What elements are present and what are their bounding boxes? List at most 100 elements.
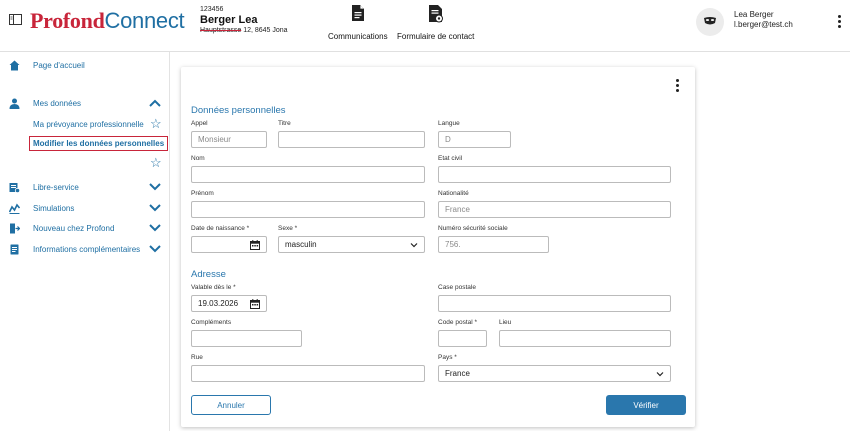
chevron-down-icon[interactable] bbox=[148, 182, 162, 192]
nom-field[interactable] bbox=[191, 166, 425, 183]
titre-field[interactable] bbox=[278, 131, 425, 148]
policy-info: 123456 Berger Lea Hauptstrasse 12, 8645 … bbox=[200, 6, 288, 35]
simulations-icon bbox=[9, 203, 20, 214]
chevron-up-icon[interactable] bbox=[148, 98, 162, 108]
policy-number: 123456 bbox=[200, 6, 224, 13]
user-name: Lea Berger bbox=[734, 10, 774, 19]
section-title-address: Adresse bbox=[191, 269, 226, 280]
nav-contact-form[interactable]: Formulaire de contact bbox=[397, 4, 474, 41]
titre-label: Titre bbox=[278, 120, 291, 127]
address-street: Hauptstrasse bbox=[200, 26, 242, 34]
avs-label: Numéro sécurité sociale bbox=[438, 225, 508, 232]
complements-label: Compléments bbox=[191, 319, 232, 326]
sexe-label: Sexe * bbox=[278, 225, 298, 232]
sidebar-item-label: Page d'accueil bbox=[33, 61, 85, 70]
prenom-field[interactable] bbox=[191, 201, 425, 218]
user-mask-icon bbox=[703, 16, 717, 28]
valid-from-value: 19.03.2026 bbox=[198, 299, 239, 308]
chevron-down-icon[interactable] bbox=[148, 223, 162, 233]
nom-label: Nom bbox=[191, 155, 205, 162]
nav-contact-form-label: Formulaire de contact bbox=[397, 32, 475, 41]
etat-civil-select[interactable] bbox=[438, 166, 671, 183]
sidebar-item-additional-info[interactable]: Informations complémentaires bbox=[9, 244, 140, 255]
langue-select[interactable]: D bbox=[438, 131, 511, 148]
cancel-button[interactable]: Annuler bbox=[191, 395, 271, 415]
sidebar-toggle-icon[interactable] bbox=[9, 14, 22, 25]
profond-connect-logo[interactable]: ProfondConnect bbox=[30, 8, 185, 34]
document-icon bbox=[351, 4, 365, 26]
self-service-icon bbox=[9, 182, 20, 193]
pays-value: France bbox=[445, 369, 470, 378]
star-icon[interactable]: ☆ bbox=[150, 156, 162, 169]
sidebar-item-label: Simulations bbox=[33, 204, 75, 213]
avatar[interactable] bbox=[696, 8, 724, 36]
logo-part-profond: Profond bbox=[30, 8, 105, 33]
user-email: l.berger@test.ch bbox=[734, 20, 793, 29]
star-icon[interactable]: ☆ bbox=[150, 117, 162, 130]
nationalite-label: Nationalité bbox=[438, 190, 469, 197]
sidebar-item-new-at-profond[interactable]: Nouveau chez Profond bbox=[9, 223, 114, 234]
sidebar-item-label: Informations complémentaires bbox=[33, 245, 141, 254]
appel-select[interactable]: Monsieur bbox=[191, 131, 267, 148]
header-more-icon[interactable] bbox=[838, 15, 841, 30]
langue-value: D bbox=[445, 135, 451, 144]
user-info[interactable]: Lea Berger l.berger@test.ch bbox=[734, 10, 793, 30]
pays-label: Pays * bbox=[438, 354, 457, 361]
insured-address: Hauptstrasse 12, 8645 Jona bbox=[200, 27, 288, 35]
complements-field[interactable] bbox=[191, 330, 302, 347]
chevron-down-icon[interactable] bbox=[148, 244, 162, 254]
logo-part-connect: Connect bbox=[104, 8, 185, 33]
chevron-down-icon bbox=[410, 241, 418, 249]
case-postale-label: Case postale bbox=[438, 284, 476, 291]
valid-from-field[interactable]: 19.03.2026 bbox=[191, 295, 267, 312]
chevron-down-icon[interactable] bbox=[148, 203, 162, 213]
dob-label: Date de naissance * bbox=[191, 225, 250, 232]
sidebar-item-label: Libre-service bbox=[33, 183, 79, 192]
sidebar-item-home[interactable]: Page d'accueil bbox=[9, 60, 85, 71]
code-postal-label: Code postal * bbox=[438, 319, 478, 326]
lieu-label: Lieu bbox=[499, 319, 512, 326]
sexe-select[interactable]: masculin bbox=[278, 236, 425, 253]
enter-door-icon bbox=[9, 223, 20, 234]
sidebar-item-edit-personal-data[interactable]: Modifier les données personnelles bbox=[29, 136, 169, 151]
person-icon bbox=[9, 98, 20, 109]
lieu-field[interactable] bbox=[499, 330, 671, 347]
dob-field[interactable] bbox=[191, 236, 267, 253]
prenom-label: Prénom bbox=[191, 190, 214, 197]
contact-form-icon bbox=[428, 4, 444, 26]
sidebar-item-label: Nouveau chez Profond bbox=[33, 224, 115, 233]
langue-label: Langue bbox=[438, 120, 460, 127]
chevron-down-icon bbox=[656, 370, 664, 378]
address-rest: 12, 8645 Jona bbox=[241, 26, 288, 34]
rue-field[interactable] bbox=[191, 365, 425, 382]
avs-field[interactable]: 756. bbox=[438, 236, 549, 253]
etat-civil-label: Etat civil bbox=[438, 155, 463, 162]
nationalite-select[interactable]: France bbox=[438, 201, 671, 218]
appel-label: Appel bbox=[191, 120, 208, 127]
nav-communications[interactable]: Communications bbox=[328, 4, 388, 41]
verify-button[interactable]: Vérifier bbox=[606, 395, 686, 415]
home-icon bbox=[9, 60, 20, 71]
pays-select[interactable]: France bbox=[438, 365, 671, 382]
sidebar-item-my-pension[interactable]: Ma prévoyance professionnelle bbox=[33, 120, 144, 129]
sidebar-item-self-service[interactable]: Libre-service bbox=[9, 182, 79, 193]
appel-value: Monsieur bbox=[198, 135, 231, 144]
avs-value: 756. bbox=[445, 240, 461, 249]
insured-name: Berger Lea bbox=[200, 14, 258, 27]
nav-communications-label: Communications bbox=[328, 32, 388, 41]
section-title-personal-data: Données personnelles bbox=[191, 105, 286, 116]
nationalite-value: France bbox=[445, 205, 470, 214]
case-postale-field[interactable] bbox=[438, 295, 671, 312]
calendar-icon[interactable] bbox=[250, 239, 260, 250]
calendar-icon[interactable] bbox=[250, 298, 260, 309]
sidebar-item-my-data[interactable]: Mes données bbox=[9, 98, 81, 109]
info-document-icon bbox=[9, 244, 20, 255]
code-postal-field[interactable] bbox=[438, 330, 487, 347]
sidebar-item-label: Mes données bbox=[33, 99, 82, 108]
app-header: ProfondConnect 123456 Berger Lea Hauptst… bbox=[0, 0, 850, 52]
card-more-icon[interactable] bbox=[676, 79, 679, 94]
rue-label: Rue bbox=[191, 354, 203, 361]
valid-from-label: Valable dès le * bbox=[191, 284, 236, 291]
sidebar-item-simulations[interactable]: Simulations bbox=[9, 203, 74, 214]
sexe-value: masculin bbox=[285, 240, 317, 249]
